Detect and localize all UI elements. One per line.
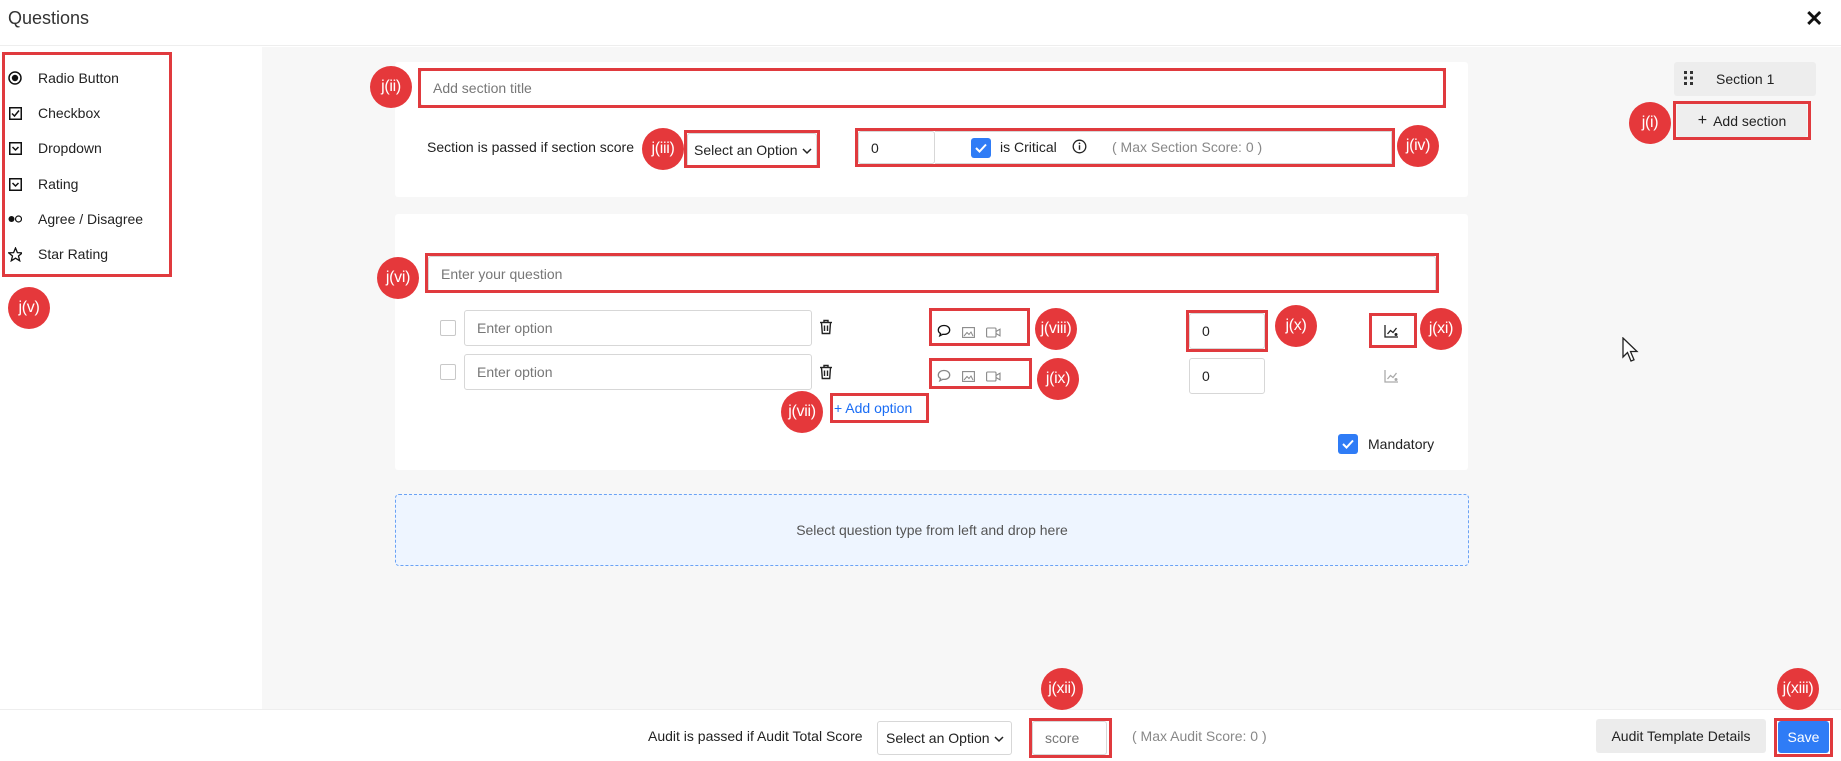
- annotation-box: [855, 128, 1395, 167]
- close-icon[interactable]: ✕: [1805, 6, 1823, 32]
- audit-select-value: Select an Option: [886, 730, 990, 746]
- annotation-badge: j(x): [1275, 305, 1317, 347]
- annotation-box: [1774, 718, 1833, 757]
- annotation-badge: j(iv): [1397, 125, 1439, 167]
- dropzone-text: Select question type from left and drop …: [796, 522, 1068, 538]
- section-nav-label: Section 1: [1716, 71, 1775, 87]
- mandatory-label: Mandatory: [1368, 436, 1435, 452]
- annotation-box: [418, 68, 1446, 108]
- annotation-box: [1029, 718, 1112, 758]
- annotation-box: [1673, 101, 1811, 140]
- annotation-box: [929, 308, 1030, 346]
- annotation-badge: j(vi): [377, 257, 419, 299]
- option-checkbox[interactable]: [440, 364, 456, 380]
- trash-icon[interactable]: [819, 364, 833, 383]
- section-pass-label: Section is passed if section score: [427, 139, 634, 155]
- annotation-badge: j(i): [1629, 102, 1671, 144]
- question-dropzone[interactable]: Select question type from left and drop …: [395, 494, 1469, 566]
- annotation-box: [929, 358, 1032, 389]
- annotation-box: [2, 52, 172, 277]
- option-checkbox[interactable]: [440, 320, 456, 336]
- annotation-box: [1369, 313, 1417, 348]
- trash-icon[interactable]: [819, 319, 833, 338]
- annotation-badge: j(ii): [370, 66, 412, 108]
- annotation-box: [830, 393, 929, 423]
- mandatory-checkbox[interactable]: [1338, 434, 1358, 454]
- audit-pass-label: Audit is passed if Audit Total Score: [648, 728, 863, 744]
- section-nav-item[interactable]: Section 1: [1674, 62, 1816, 96]
- annotation-badge: j(iii): [642, 128, 684, 170]
- annotation-badge: j(viii): [1035, 308, 1077, 350]
- audit-template-details-button[interactable]: Audit Template Details: [1596, 719, 1766, 753]
- audit-score-select[interactable]: Select an Option: [877, 721, 1012, 755]
- annotation-badge: j(vii): [781, 391, 823, 433]
- option-input[interactable]: Enter option: [464, 310, 812, 346]
- annotation-box: [684, 130, 820, 168]
- annotation-badge: j(v): [8, 287, 50, 329]
- chevron-down-icon: [993, 730, 1004, 746]
- annotation-box: [425, 253, 1439, 293]
- annotation-badge: j(ix): [1037, 358, 1079, 400]
- annotation-badge: j(xiii): [1777, 668, 1819, 710]
- option-score-input[interactable]: 0: [1189, 358, 1265, 394]
- cursor-icon: [1622, 336, 1640, 366]
- option-input[interactable]: Enter option: [464, 354, 812, 390]
- annotation-badge: j(xii): [1041, 668, 1083, 710]
- page-title: Questions: [8, 8, 90, 28]
- drag-handle-icon[interactable]: [1684, 71, 1694, 88]
- annotation-box: [1186, 310, 1268, 352]
- annotation-badge: j(xi): [1420, 308, 1462, 350]
- chart-icon[interactable]: [1384, 369, 1399, 386]
- top-bar: Questions ✕: [0, 0, 1841, 46]
- max-audit-score: ( Max Audit Score: 0 ): [1132, 728, 1267, 744]
